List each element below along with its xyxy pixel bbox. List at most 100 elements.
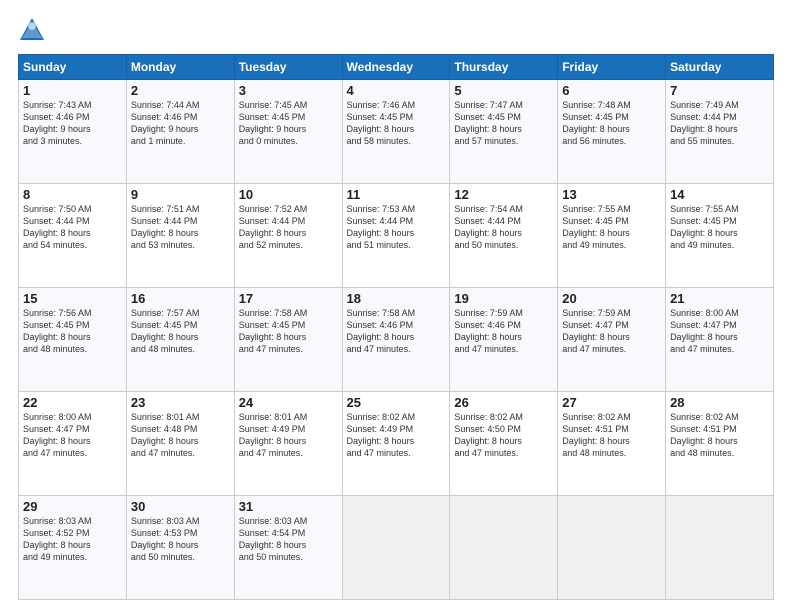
calendar-week-row: 8Sunrise: 7:50 AMSunset: 4:44 PMDaylight… [19, 184, 774, 288]
calendar-header-wednesday: Wednesday [342, 55, 450, 80]
cell-details: Sunrise: 7:59 AMSunset: 4:47 PMDaylight:… [562, 307, 661, 356]
cell-details: Sunrise: 8:01 AMSunset: 4:48 PMDaylight:… [131, 411, 230, 460]
calendar-cell: 14Sunrise: 7:55 AMSunset: 4:45 PMDayligh… [666, 184, 774, 288]
day-number: 25 [347, 395, 446, 410]
calendar-table: SundayMondayTuesdayWednesdayThursdayFrid… [18, 54, 774, 600]
day-number: 10 [239, 187, 338, 202]
calendar-week-row: 22Sunrise: 8:00 AMSunset: 4:47 PMDayligh… [19, 392, 774, 496]
cell-details: Sunrise: 7:56 AMSunset: 4:45 PMDaylight:… [23, 307, 122, 356]
calendar-cell: 12Sunrise: 7:54 AMSunset: 4:44 PMDayligh… [450, 184, 558, 288]
cell-details: Sunrise: 7:46 AMSunset: 4:45 PMDaylight:… [347, 99, 446, 148]
calendar-cell: 7Sunrise: 7:49 AMSunset: 4:44 PMDaylight… [666, 80, 774, 184]
header [18, 16, 774, 44]
calendar-cell: 24Sunrise: 8:01 AMSunset: 4:49 PMDayligh… [234, 392, 342, 496]
cell-details: Sunrise: 8:00 AMSunset: 4:47 PMDaylight:… [670, 307, 769, 356]
calendar-cell: 20Sunrise: 7:59 AMSunset: 4:47 PMDayligh… [558, 288, 666, 392]
day-number: 8 [23, 187, 122, 202]
calendar-cell: 6Sunrise: 7:48 AMSunset: 4:45 PMDaylight… [558, 80, 666, 184]
calendar-header-thursday: Thursday [450, 55, 558, 80]
cell-details: Sunrise: 7:44 AMSunset: 4:46 PMDaylight:… [131, 99, 230, 148]
cell-details: Sunrise: 7:43 AMSunset: 4:46 PMDaylight:… [23, 99, 122, 148]
calendar-cell: 9Sunrise: 7:51 AMSunset: 4:44 PMDaylight… [126, 184, 234, 288]
cell-details: Sunrise: 7:50 AMSunset: 4:44 PMDaylight:… [23, 203, 122, 252]
calendar-cell: 21Sunrise: 8:00 AMSunset: 4:47 PMDayligh… [666, 288, 774, 392]
calendar-header-monday: Monday [126, 55, 234, 80]
day-number: 3 [239, 83, 338, 98]
calendar-cell: 26Sunrise: 8:02 AMSunset: 4:50 PMDayligh… [450, 392, 558, 496]
calendar-cell: 10Sunrise: 7:52 AMSunset: 4:44 PMDayligh… [234, 184, 342, 288]
calendar-cell: 29Sunrise: 8:03 AMSunset: 4:52 PMDayligh… [19, 496, 127, 600]
calendar-header-friday: Friday [558, 55, 666, 80]
calendar-cell: 5Sunrise: 7:47 AMSunset: 4:45 PMDaylight… [450, 80, 558, 184]
cell-details: Sunrise: 8:03 AMSunset: 4:54 PMDaylight:… [239, 515, 338, 564]
cell-details: Sunrise: 7:53 AMSunset: 4:44 PMDaylight:… [347, 203, 446, 252]
cell-details: Sunrise: 8:01 AMSunset: 4:49 PMDaylight:… [239, 411, 338, 460]
day-number: 28 [670, 395, 769, 410]
day-number: 7 [670, 83, 769, 98]
calendar-cell [558, 496, 666, 600]
calendar-cell: 17Sunrise: 7:58 AMSunset: 4:45 PMDayligh… [234, 288, 342, 392]
logo [18, 16, 50, 44]
day-number: 22 [23, 395, 122, 410]
calendar-cell: 18Sunrise: 7:58 AMSunset: 4:46 PMDayligh… [342, 288, 450, 392]
logo-icon [18, 16, 46, 44]
calendar-cell: 1Sunrise: 7:43 AMSunset: 4:46 PMDaylight… [19, 80, 127, 184]
day-number: 20 [562, 291, 661, 306]
day-number: 6 [562, 83, 661, 98]
calendar-cell: 30Sunrise: 8:03 AMSunset: 4:53 PMDayligh… [126, 496, 234, 600]
cell-details: Sunrise: 8:02 AMSunset: 4:51 PMDaylight:… [562, 411, 661, 460]
day-number: 1 [23, 83, 122, 98]
cell-details: Sunrise: 7:55 AMSunset: 4:45 PMDaylight:… [562, 203, 661, 252]
cell-details: Sunrise: 7:51 AMSunset: 4:44 PMDaylight:… [131, 203, 230, 252]
calendar-cell [666, 496, 774, 600]
day-number: 26 [454, 395, 553, 410]
calendar-header-sunday: Sunday [19, 55, 127, 80]
cell-details: Sunrise: 7:55 AMSunset: 4:45 PMDaylight:… [670, 203, 769, 252]
calendar-cell: 4Sunrise: 7:46 AMSunset: 4:45 PMDaylight… [342, 80, 450, 184]
cell-details: Sunrise: 7:57 AMSunset: 4:45 PMDaylight:… [131, 307, 230, 356]
cell-details: Sunrise: 7:45 AMSunset: 4:45 PMDaylight:… [239, 99, 338, 148]
calendar-week-row: 1Sunrise: 7:43 AMSunset: 4:46 PMDaylight… [19, 80, 774, 184]
calendar-cell: 13Sunrise: 7:55 AMSunset: 4:45 PMDayligh… [558, 184, 666, 288]
day-number: 9 [131, 187, 230, 202]
calendar-cell: 28Sunrise: 8:02 AMSunset: 4:51 PMDayligh… [666, 392, 774, 496]
cell-details: Sunrise: 8:00 AMSunset: 4:47 PMDaylight:… [23, 411, 122, 460]
day-number: 5 [454, 83, 553, 98]
day-number: 31 [239, 499, 338, 514]
day-number: 27 [562, 395, 661, 410]
day-number: 23 [131, 395, 230, 410]
day-number: 29 [23, 499, 122, 514]
day-number: 11 [347, 187, 446, 202]
calendar-cell: 16Sunrise: 7:57 AMSunset: 4:45 PMDayligh… [126, 288, 234, 392]
cell-details: Sunrise: 7:47 AMSunset: 4:45 PMDaylight:… [454, 99, 553, 148]
day-number: 18 [347, 291, 446, 306]
calendar-cell: 23Sunrise: 8:01 AMSunset: 4:48 PMDayligh… [126, 392, 234, 496]
calendar-cell: 25Sunrise: 8:02 AMSunset: 4:49 PMDayligh… [342, 392, 450, 496]
calendar-cell: 27Sunrise: 8:02 AMSunset: 4:51 PMDayligh… [558, 392, 666, 496]
calendar-cell: 3Sunrise: 7:45 AMSunset: 4:45 PMDaylight… [234, 80, 342, 184]
day-number: 15 [23, 291, 122, 306]
page: SundayMondayTuesdayWednesdayThursdayFrid… [0, 0, 792, 612]
cell-details: Sunrise: 7:54 AMSunset: 4:44 PMDaylight:… [454, 203, 553, 252]
calendar-header-row: SundayMondayTuesdayWednesdayThursdayFrid… [19, 55, 774, 80]
calendar-cell [342, 496, 450, 600]
day-number: 17 [239, 291, 338, 306]
cell-details: Sunrise: 7:49 AMSunset: 4:44 PMDaylight:… [670, 99, 769, 148]
cell-details: Sunrise: 7:58 AMSunset: 4:46 PMDaylight:… [347, 307, 446, 356]
calendar-cell: 31Sunrise: 8:03 AMSunset: 4:54 PMDayligh… [234, 496, 342, 600]
calendar-week-row: 15Sunrise: 7:56 AMSunset: 4:45 PMDayligh… [19, 288, 774, 392]
cell-details: Sunrise: 8:02 AMSunset: 4:49 PMDaylight:… [347, 411, 446, 460]
cell-details: Sunrise: 8:02 AMSunset: 4:50 PMDaylight:… [454, 411, 553, 460]
cell-details: Sunrise: 7:48 AMSunset: 4:45 PMDaylight:… [562, 99, 661, 148]
day-number: 14 [670, 187, 769, 202]
calendar-cell: 22Sunrise: 8:00 AMSunset: 4:47 PMDayligh… [19, 392, 127, 496]
day-number: 19 [454, 291, 553, 306]
calendar-header-tuesday: Tuesday [234, 55, 342, 80]
day-number: 13 [562, 187, 661, 202]
calendar-cell: 2Sunrise: 7:44 AMSunset: 4:46 PMDaylight… [126, 80, 234, 184]
day-number: 30 [131, 499, 230, 514]
calendar-cell: 11Sunrise: 7:53 AMSunset: 4:44 PMDayligh… [342, 184, 450, 288]
cell-details: Sunrise: 8:03 AMSunset: 4:53 PMDaylight:… [131, 515, 230, 564]
calendar-week-row: 29Sunrise: 8:03 AMSunset: 4:52 PMDayligh… [19, 496, 774, 600]
cell-details: Sunrise: 7:58 AMSunset: 4:45 PMDaylight:… [239, 307, 338, 356]
